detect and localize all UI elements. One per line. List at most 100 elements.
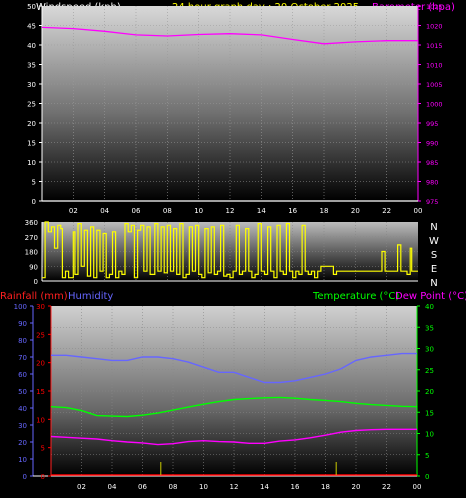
left-tick-label: 15 (27, 140, 36, 148)
left-tick-label: 25 (27, 101, 36, 109)
right-tick-label: 1025 (426, 3, 443, 11)
rain-tick-label: 30 (36, 303, 45, 311)
x-tick-label: 04 (108, 483, 117, 491)
x-tick-label: 02 (69, 207, 78, 215)
compass-label: W (429, 236, 439, 247)
right-tick-label: 980 (426, 179, 438, 187)
humidity-tick-label: 0 (23, 473, 27, 481)
humidity-tick-label: 70 (18, 354, 27, 362)
x-tick-label: 18 (321, 483, 330, 491)
right-tick-label: 1005 (426, 81, 443, 89)
temperature-tick-label: 0 (425, 473, 429, 481)
direction-tick-label: 180 (25, 249, 38, 257)
left-tick-label: 5 (32, 179, 36, 187)
humidity-tick-label: 100 (14, 303, 27, 311)
rainfall-axis-label: Rainfall (mm) (0, 291, 68, 302)
humidity-tick-label: 20 (18, 439, 27, 447)
x-tick-label: 16 (288, 207, 297, 215)
right-tick-label: 990 (426, 140, 438, 148)
rain-tick-label: 5 (41, 445, 45, 453)
x-tick-label: 00 (414, 207, 423, 215)
compass-label: E (431, 264, 437, 275)
right-tick-label: 1020 (426, 23, 443, 31)
panel1-right-ticks: 975 980 985 990 995 1000 1005 1010 1015 1020 1025 (418, 3, 443, 206)
humidity-tick-label: 80 (18, 337, 27, 345)
panel3-temperature-ticks: 40 35 30 25 20 15 10 5 0 (417, 303, 434, 481)
compass-label: N (430, 278, 437, 289)
rain-tick-label: 0 (41, 473, 45, 481)
temperature-tick-label: 10 (425, 431, 434, 439)
x-tick-label: 00 (413, 483, 422, 491)
temperature-tick-label: 30 (425, 346, 434, 354)
x-tick-label: 20 (352, 483, 361, 491)
rain-tick-label: 10 (36, 416, 45, 424)
dewpoint-axis-label: Dew Point (°C) (395, 291, 466, 302)
temperature-tick-label: 40 (425, 303, 434, 311)
humidity-axis-label: Humidity (68, 291, 113, 302)
right-tick-label: 1010 (426, 62, 443, 70)
temperature-tick-label: 5 (425, 452, 429, 460)
right-tick-label: 1015 (426, 42, 443, 50)
x-tick-label: 20 (351, 207, 360, 215)
panel1-x-ticks: 02 04 06 08 10 12 14 16 18 20 22 00 (69, 207, 423, 215)
right-tick-label: 1000 (426, 101, 443, 109)
compass-label: S (431, 250, 437, 261)
humidity-tick-label: 10 (18, 456, 27, 464)
temperature-tick-label: 25 (425, 367, 434, 375)
direction-tick-label: 360 (25, 219, 38, 227)
left-tick-label: 30 (27, 81, 36, 89)
x-tick-label: 14 (260, 483, 269, 491)
weather-graph-figure: Windspeed (kph) 24 hour graph day : 20 O… (0, 2, 466, 491)
temperature-humidity-panel: 1009080706050403020100 302520151050 4035… (14, 303, 434, 491)
temperature-axis-label: Temperature (°C) (312, 291, 399, 302)
left-tick-label: 50 (27, 3, 36, 11)
right-tick-label: 995 (426, 120, 438, 128)
rain-tick-label: 15 (36, 388, 45, 396)
humidity-tick-label: 90 (18, 320, 27, 328)
x-tick-label: 12 (226, 207, 235, 215)
panel3-rain-ticks: 30 25 20 15 10 5 0 (36, 303, 51, 481)
x-tick-label: 06 (132, 207, 141, 215)
wind-direction-panel: 360270180900 NWSEN (25, 219, 439, 289)
humidity-tick-label: 40 (18, 405, 27, 413)
right-tick-label: 985 (426, 159, 438, 167)
left-tick-label: 45 (27, 23, 36, 31)
rain-tick-label: 25 (36, 331, 45, 339)
direction-tick-label: 270 (25, 234, 38, 242)
temperature-tick-label: 15 (425, 409, 434, 417)
x-tick-label: 08 (163, 207, 172, 215)
panel2-background (42, 222, 418, 281)
x-tick-label: 16 (291, 483, 300, 491)
compass-label: N (430, 222, 437, 233)
humidity-tick-label: 60 (18, 371, 27, 379)
panel1-left-ticks: 0 5 10 15 20 25 30 35 40 45 50 (27, 3, 42, 206)
x-tick-label: 14 (257, 207, 266, 215)
left-tick-label: 0 (32, 198, 36, 206)
x-tick-label: 10 (199, 483, 208, 491)
direction-tick-label: 0 (34, 278, 38, 286)
x-tick-label: 10 (194, 207, 203, 215)
panel2-left-ticks: 360 270 180 90 0 (25, 219, 38, 286)
x-tick-label: 04 (100, 207, 109, 215)
x-tick-label: 06 (138, 483, 147, 491)
left-tick-label: 40 (27, 42, 36, 50)
humidity-tick-label: 50 (18, 388, 27, 396)
left-tick-label: 35 (27, 62, 36, 70)
rain-tick-label: 20 (36, 360, 45, 368)
panel2-compass-labels: NWSEN (429, 222, 439, 289)
x-tick-label: 22 (382, 483, 391, 491)
panel3-humidity-ticks: 1009080706050403020100 (14, 303, 33, 481)
x-tick-label: 18 (320, 207, 329, 215)
temperature-tick-label: 35 (425, 324, 434, 332)
left-tick-label: 10 (27, 159, 36, 167)
panel3-x-ticks: 02 04 06 08 10 12 14 16 18 20 22 00 (77, 483, 421, 491)
windspeed-barometer-panel: 05101520253035404550 9759809859909951000… (27, 3, 442, 215)
left-tick-label: 20 (27, 120, 36, 128)
x-tick-label: 02 (77, 483, 86, 491)
x-tick-label: 12 (230, 483, 239, 491)
direction-tick-label: 90 (29, 263, 38, 271)
humidity-tick-label: 30 (18, 422, 27, 430)
temperature-tick-label: 20 (425, 388, 434, 396)
x-tick-label: 08 (169, 483, 178, 491)
right-tick-label: 975 (426, 198, 438, 206)
